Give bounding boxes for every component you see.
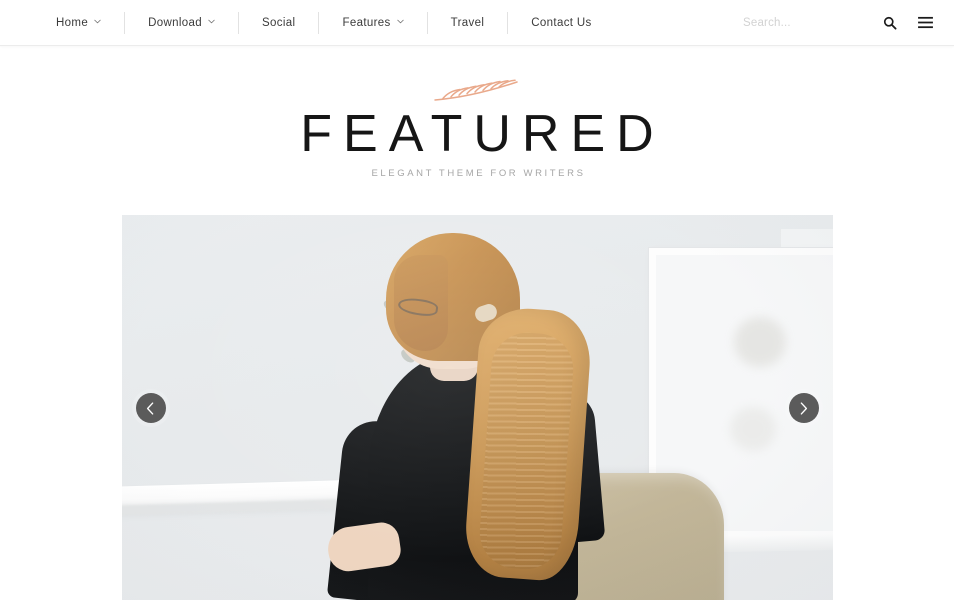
- person-writing: [312, 225, 652, 600]
- chevron-right-icon: [800, 402, 808, 415]
- chevron-left-icon: [146, 402, 154, 415]
- artwork-circle: [729, 407, 776, 452]
- nav-item-label: Travel: [450, 16, 485, 29]
- nav-item-contact-us[interactable]: Contact Us: [507, 11, 614, 34]
- search-input[interactable]: [743, 16, 851, 29]
- nav-item-label: Download: [148, 16, 203, 29]
- nav-item-download[interactable]: Download: [124, 11, 238, 34]
- person-ponytail: [462, 305, 593, 583]
- nav-item-travel[interactable]: Travel: [426, 11, 508, 34]
- hero-slider: [121, 215, 833, 600]
- nav-item-social[interactable]: Social: [238, 11, 318, 34]
- site-header: Home Download Social Features Travel Con…: [0, 0, 954, 46]
- wheat-sprig-icon: [431, 79, 523, 103]
- nav-item-features[interactable]: Features: [318, 11, 426, 34]
- chevron-down-icon: [94, 18, 101, 25]
- nav-item-label: Contact Us: [531, 16, 592, 29]
- hamburger-menu-icon[interactable]: [912, 10, 938, 36]
- nav-item-label: Features: [342, 16, 391, 29]
- hero-slide-image: [121, 215, 833, 600]
- header-actions: [743, 0, 954, 46]
- slider-prev-button[interactable]: [135, 393, 166, 424]
- hero-slider-section: [0, 215, 954, 600]
- nav-item-label: Home: [56, 16, 89, 29]
- search-icon[interactable]: [877, 10, 903, 36]
- site-title: FEATURED: [300, 105, 665, 163]
- site-branding: FEATURED ELEGANT THEME FOR WRITERS: [0, 46, 954, 180]
- nav-item-label: Social: [262, 16, 296, 29]
- nav-item-home[interactable]: Home: [48, 12, 124, 34]
- primary-navigation: Home Download Social Features Travel Con…: [48, 0, 615, 46]
- search-box[interactable]: [743, 12, 851, 34]
- slider-next-button[interactable]: [788, 393, 819, 424]
- site-tagline: ELEGANT THEME FOR WRITERS: [371, 168, 586, 180]
- chevron-down-icon: [208, 18, 215, 25]
- artwork-circle: [733, 317, 786, 368]
- chevron-down-icon: [396, 18, 404, 25]
